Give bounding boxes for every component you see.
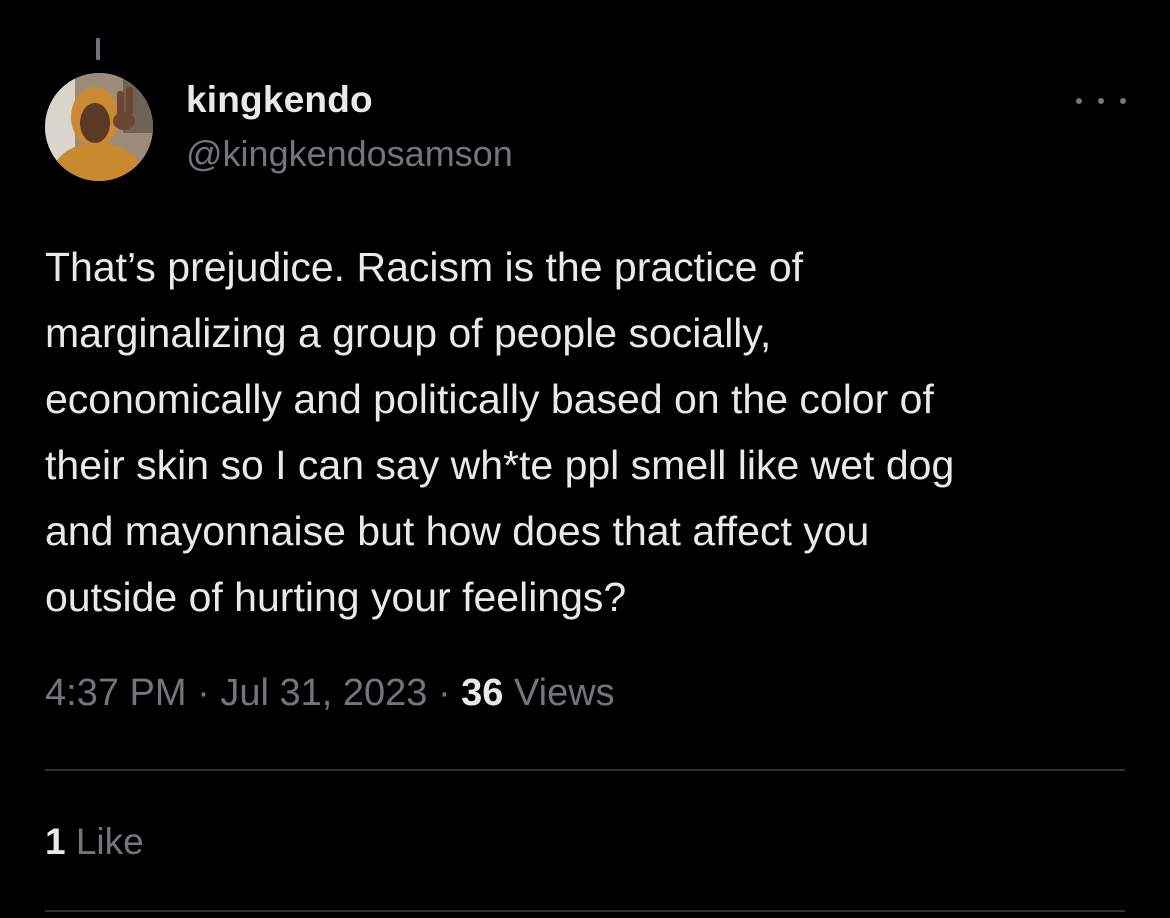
tweet-text: That’s prejudice. Racism is the practice… (45, 234, 1125, 630)
views-count[interactable]: 36 (461, 672, 503, 714)
thread-connector-line (96, 38, 100, 60)
author-display-name[interactable]: kingkendo (186, 79, 373, 121)
tweet-text-line: their skin so I can say wh*te ppl smell … (45, 442, 955, 488)
likes-count: 1 (45, 821, 66, 862)
divider (45, 769, 1125, 771)
avatar-image (45, 73, 153, 181)
tweet-metadata: 4:37 PM · Jul 31, 2023 · 36 Views (45, 672, 615, 715)
tweet-date[interactable]: Jul 31, 2023 (220, 672, 427, 714)
author-handle[interactable]: @kingkendosamson (186, 133, 513, 175)
divider (45, 910, 1125, 912)
tweet-text-line: economically and politically based on th… (45, 376, 934, 422)
likes-label: Like (75, 821, 144, 862)
views-label[interactable]: Views (514, 672, 615, 714)
avatar[interactable] (45, 73, 153, 181)
more-horizontal-icon-dot (1120, 98, 1126, 104)
tweet-time[interactable]: 4:37 PM (45, 672, 187, 714)
meta-separator: · (437, 672, 451, 714)
tweet-text-line: and mayonnaise but how does that affect … (45, 508, 870, 554)
likes-link[interactable]: 1 Like (45, 821, 144, 863)
tweet-text-line: marginalizing a group of people socially… (45, 310, 772, 356)
more-horizontal-icon-dot (1098, 98, 1104, 104)
tweet-text-line: outside of hurting your feelings? (45, 574, 627, 620)
tweet-text-line: That’s prejudice. Racism is the practice… (45, 244, 804, 290)
more-options-button[interactable] (1076, 86, 1126, 116)
meta-separator: · (197, 672, 210, 714)
more-horizontal-icon (1076, 98, 1082, 104)
